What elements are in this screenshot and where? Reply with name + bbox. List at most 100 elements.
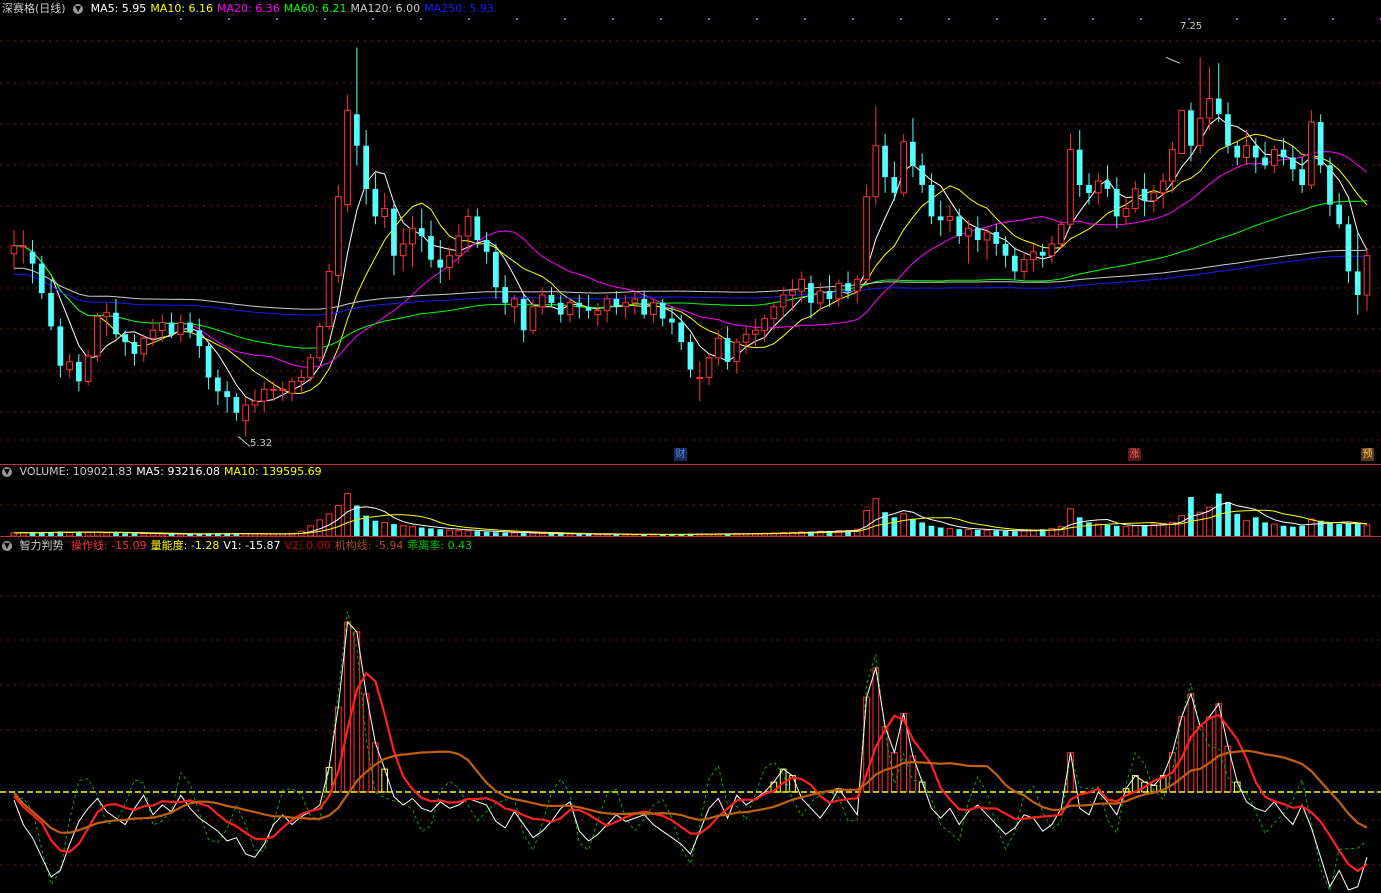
candle-body xyxy=(1271,149,1278,166)
candle-body xyxy=(1159,180,1167,194)
limit-up-marker[interactable]: 涨 xyxy=(1128,448,1141,461)
volume-bar xyxy=(1327,522,1333,536)
candle-body xyxy=(483,240,490,252)
chevron-down-icon[interactable]: ▼ xyxy=(2,541,12,551)
candle-body xyxy=(307,357,314,378)
top-signal-dot xyxy=(756,18,758,20)
price-pane xyxy=(10,47,1371,447)
candle-body xyxy=(168,322,175,335)
top-signal-dot xyxy=(228,18,230,20)
candle-body xyxy=(38,263,45,294)
volume-bar xyxy=(1354,524,1361,536)
candle-body xyxy=(1243,145,1250,158)
candle-body xyxy=(224,391,230,398)
candle-body xyxy=(335,196,342,276)
volume-bar xyxy=(1290,526,1296,536)
top-signal-dot xyxy=(1236,18,1238,20)
legend-item: MA250: 5.93 xyxy=(424,2,494,15)
candle-body xyxy=(399,243,407,257)
candle-body xyxy=(910,141,916,166)
candle-body xyxy=(1225,114,1231,146)
ma-line-ma60 xyxy=(14,200,1368,349)
candle-body xyxy=(853,278,861,292)
legend-item: V2: 0.00 xyxy=(284,539,331,552)
candle-body xyxy=(446,255,453,268)
candle-body xyxy=(1178,109,1186,155)
indicator-header: ▼ 智力判势 操作线: -15.09 量能度: -1.28 V1: -15.87 V2… xyxy=(2,538,480,554)
candle-body xyxy=(1188,110,1194,146)
candle-body xyxy=(900,141,907,194)
candle-body xyxy=(437,259,444,268)
legend-item: 量能度: -1.28 xyxy=(150,539,220,552)
candle-body xyxy=(566,302,574,316)
candle-body xyxy=(529,306,537,331)
low-pointer xyxy=(237,436,251,447)
candle-body xyxy=(260,388,268,402)
candle-body xyxy=(455,235,463,257)
legend-item: 机构线: -5.94 xyxy=(334,539,404,552)
top-signal-dot xyxy=(1188,18,1190,20)
top-signal-dot xyxy=(1140,18,1142,20)
candle-body xyxy=(113,312,119,335)
candle-body xyxy=(196,330,203,346)
forecast-marker[interactable]: 预 xyxy=(1361,448,1374,461)
indicator-bar xyxy=(891,752,898,793)
candle-body xyxy=(1076,149,1083,185)
volume-bar xyxy=(381,521,388,537)
price-high-label: 7.25 xyxy=(1180,21,1203,32)
candle-body xyxy=(1252,145,1259,158)
finance-marker[interactable]: 财 xyxy=(674,448,687,461)
top-signal-dot xyxy=(900,18,902,20)
candle-body xyxy=(1317,122,1324,166)
volume-bar xyxy=(1262,522,1268,536)
candle-body xyxy=(1206,98,1213,119)
volume-bar xyxy=(437,529,444,536)
candle-body xyxy=(464,215,472,237)
indicator-bar xyxy=(881,726,889,793)
candle-body xyxy=(242,404,250,422)
candle-body xyxy=(251,400,259,406)
candle-body xyxy=(1113,188,1120,217)
volume-bar xyxy=(1067,508,1074,537)
top-signal-dot xyxy=(1044,18,1046,20)
volume-bar xyxy=(1196,511,1204,537)
candle-body xyxy=(1002,243,1009,256)
volume-bar xyxy=(1131,525,1139,537)
candle-body xyxy=(641,298,647,315)
candle-body xyxy=(391,208,397,256)
candle-body xyxy=(474,216,481,240)
candle-body xyxy=(1104,181,1111,189)
candle-body xyxy=(613,298,620,307)
chevron-down-icon[interactable]: ▼ xyxy=(73,4,84,14)
volume-bar xyxy=(1336,524,1342,536)
indicator-bar xyxy=(353,631,361,793)
candle-body xyxy=(882,145,888,178)
legend-item: MA5: 5.95 xyxy=(90,2,147,15)
stock-name: 深赛格(日线) xyxy=(2,2,66,15)
candle-body xyxy=(1262,157,1268,166)
legend-item: VOLUME: 109021.83 xyxy=(19,465,133,478)
candle-body xyxy=(1067,149,1074,225)
candle-body xyxy=(789,290,796,296)
candle-body xyxy=(538,294,546,308)
legend-item: MA10: 6.16 xyxy=(150,2,214,15)
chevron-down-icon[interactable]: ▼ xyxy=(2,467,12,477)
grid-lines xyxy=(0,18,1381,866)
top-signal-dot xyxy=(516,18,518,20)
candle-body xyxy=(1131,188,1139,209)
candle-body xyxy=(724,338,731,362)
candle-body xyxy=(826,291,833,299)
volume-bar xyxy=(1086,522,1092,536)
candle-body xyxy=(548,295,555,303)
candle-body xyxy=(603,298,611,312)
candle-body xyxy=(76,361,82,382)
volume-bar xyxy=(872,498,880,537)
candle-body xyxy=(1150,192,1158,202)
volume-bar xyxy=(428,528,434,536)
legend-item: 操作线: -15.09 xyxy=(71,539,147,552)
candle-body xyxy=(891,177,898,193)
candle-body xyxy=(1290,157,1296,170)
top-signal-dot xyxy=(1092,18,1094,20)
top-signal-dot xyxy=(996,18,998,20)
candle-body xyxy=(140,337,148,355)
